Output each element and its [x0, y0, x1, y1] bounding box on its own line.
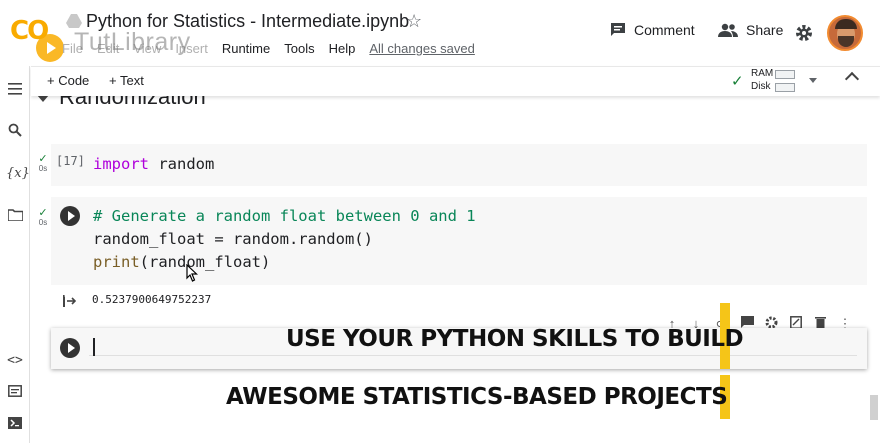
code-snippets-icon[interactable]: <> [6, 352, 24, 370]
cell-2-code[interactable]: # Generate a random float between 0 and … [93, 205, 476, 274]
cell-2-output: 0.5237900649752237 [92, 293, 212, 306]
star-icon[interactable]: ☆ [406, 11, 422, 32]
scrollbar-thumb[interactable] [870, 395, 878, 420]
terminal-icon[interactable] [6, 416, 24, 434]
saved-status-link[interactable]: All changes saved [369, 41, 475, 56]
notebook-toolbar: + Code + Text ✓ RAM Disk [31, 66, 880, 96]
cell-1-code[interactable]: import random [93, 153, 214, 176]
connected-check-icon: ✓ [731, 73, 744, 90]
cell-2-status: ✓ 0s [36, 207, 50, 228]
promo-line-1: USE YOUR PYTHON SKILLS TO BUILD [286, 326, 744, 352]
code-cell-2[interactable]: # Generate a random float between 0 and … [51, 197, 867, 285]
resource-monitor[interactable]: ✓ RAM Disk [731, 67, 801, 95]
variables-icon[interactable]: {x} [6, 165, 30, 183]
import-module: random [149, 155, 215, 173]
disk-label: Disk [751, 81, 771, 92]
ram-usage-bar [775, 70, 795, 79]
drive-icon [66, 14, 82, 28]
run-cell-button[interactable] [60, 206, 80, 226]
comment-button[interactable]: Comment [610, 22, 695, 38]
runtime-dropdown-icon[interactable] [809, 78, 817, 83]
search-icon[interactable] [6, 123, 24, 141]
code-cell-1[interactable]: [17] import random [51, 144, 867, 186]
watermark-text: TutLibrary [74, 28, 191, 56]
run-cell-button[interactable] [60, 338, 80, 358]
print-args: (random_float) [139, 253, 271, 271]
comment-icon [611, 23, 625, 36]
disk-usage-bar [775, 83, 795, 92]
play-watermark-icon [36, 34, 64, 62]
cell-1-status: ✓ 0s [36, 153, 50, 174]
add-code-button[interactable]: + Code [47, 73, 89, 88]
success-check-icon: ✓ [38, 207, 48, 219]
avatar-hair [835, 19, 857, 29]
menu-runtime[interactable]: Runtime [222, 41, 270, 56]
avatar[interactable] [827, 15, 863, 51]
people-icon [718, 23, 738, 37]
import-keyword: import [93, 155, 149, 173]
left-sidebar: {x} <> [0, 66, 30, 443]
output-clear-icon[interactable] [63, 295, 79, 309]
promo-line-2: AWESOME STATISTICS-BASED PROJECTS [226, 384, 728, 410]
cell-2-exec-time: 0s [38, 218, 48, 227]
ram-label: RAM [751, 68, 774, 79]
table-of-contents-icon[interactable] [6, 82, 24, 100]
folder-icon[interactable] [6, 208, 24, 226]
gear-icon[interactable] [795, 24, 813, 42]
code-line-assign: random_float = random.random() [93, 230, 373, 248]
share-button[interactable]: Share [718, 22, 783, 38]
colab-logo[interactable]: CO [6, 12, 66, 62]
code-comment: # Generate a random float between 0 and … [93, 207, 476, 225]
avatar-beard [838, 36, 854, 47]
command-palette-icon[interactable] [6, 384, 24, 402]
comment-label: Comment [634, 22, 695, 38]
mouse-pointer-icon [186, 264, 198, 282]
cell-1-exec-time: 0s [38, 164, 48, 173]
print-function: print [93, 253, 140, 271]
collapse-header-icon[interactable] [844, 71, 860, 87]
add-text-button[interactable]: + Text [109, 73, 144, 88]
cell-1-exec-count: [17] [56, 154, 85, 168]
menu-help[interactable]: Help [329, 41, 356, 56]
app-header: CO Python for Statistics - Intermediate.… [0, 0, 880, 66]
share-label: Share [746, 22, 784, 38]
text-cursor [93, 338, 95, 356]
menu-tools[interactable]: Tools [284, 41, 314, 56]
success-check-icon: ✓ [38, 153, 48, 165]
